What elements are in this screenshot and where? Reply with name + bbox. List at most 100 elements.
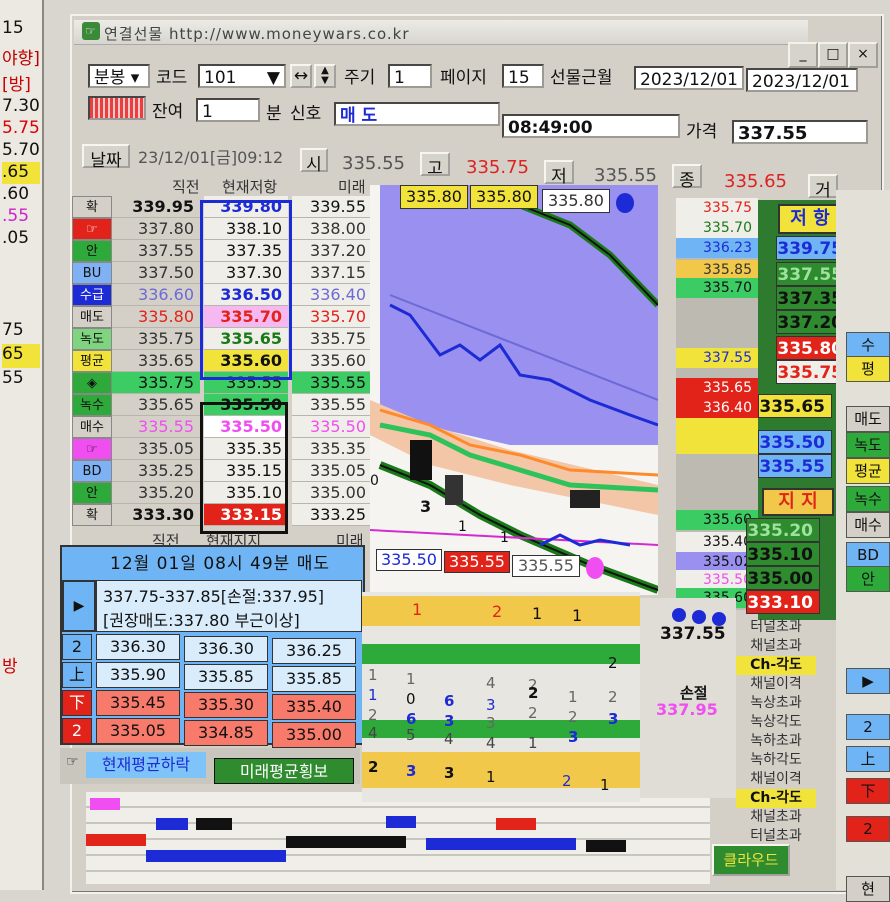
heatmap-strip [86, 792, 710, 884]
grid-number: 1 [532, 604, 543, 623]
price-chart[interactable]: 335.80 335.80 335.80 0 3 1 1 335.50 335.… [370, 185, 658, 595]
table-cell-future: 335.70 [292, 306, 372, 328]
order-row-tag: 下 [62, 690, 92, 716]
order-detail-line1: 337.75-337.85[손절:337.95] [103, 587, 325, 606]
ladder-price: 335.65 [676, 378, 758, 398]
grid-number: 4 [368, 724, 378, 742]
resistance-value: 335.50 [758, 430, 832, 454]
chart-number: 0 [370, 473, 379, 489]
grid-number: 3 [568, 728, 579, 746]
blue-dot-icon [616, 193, 634, 213]
cloud-button[interactable]: 클라우드 [712, 844, 790, 876]
stop-price: 337.95 [656, 700, 718, 719]
close-button[interactable]: × [848, 42, 878, 68]
chart-top-box: 335.80 [470, 185, 538, 209]
support-value: 335.00 [746, 566, 820, 590]
side-label: BU [72, 262, 112, 284]
heat-cell [586, 840, 626, 852]
window-titlebar[interactable]: ☞ 연결선물 http://www.moneywars.co.kr [74, 20, 808, 45]
right-strip-label: 2 [846, 714, 890, 740]
right-strip-label: 2 [846, 816, 890, 842]
ladder-price: 336.40 [676, 398, 758, 418]
grid-number: 3 [406, 762, 417, 780]
chart-type-select[interactable]: 분봉 ▾ [88, 64, 150, 88]
date-button[interactable]: 날짜 [82, 144, 130, 171]
right-strip-label: 녹수 [846, 486, 890, 512]
minimize-button[interactable]: _ [788, 42, 818, 68]
grid-number: 3 [608, 710, 619, 728]
table-cell-future: 335.55 [292, 372, 372, 394]
support-label: 지 지 [762, 488, 834, 516]
code-input[interactable]: 101 ▼ [198, 64, 286, 88]
right-strip-label: 매도 [846, 406, 890, 432]
grid-number: 4 [486, 674, 496, 692]
grid-number: 3 [486, 714, 496, 732]
side-label: 수급 [72, 284, 112, 306]
spin-stepper[interactable]: ▲ ▼ [314, 64, 336, 88]
left-value: 방 [2, 657, 18, 677]
right-strip-label[interactable]: ▶ [846, 668, 890, 694]
current-datetime: 23/12/01[금]09:12 [138, 148, 284, 167]
table-cell-future: 338.00 [292, 218, 372, 240]
open-price: 335.55 [342, 153, 405, 174]
ladder-price: 337.55 [676, 348, 758, 368]
chevron-down-icon: ▼ [266, 68, 280, 88]
grid-number: 1 [406, 670, 416, 688]
grid-number: 1 [368, 666, 378, 684]
play-button[interactable]: ▶ [62, 580, 96, 632]
chart-top-box: 335.80 [400, 185, 468, 209]
heat-cell [86, 834, 146, 846]
signal-grid: 1 2 1 1 1 1 4 2 2 1 0 6 3 2 1 2 2 6 3 3 … [362, 592, 640, 802]
table-cell-future: 336.40 [292, 284, 372, 306]
left-value: 5.70 [2, 140, 40, 160]
table-cell-prev: 336.60 [112, 284, 200, 306]
table-cell-prev: 335.25 [112, 460, 200, 482]
blue-dot-icon [692, 610, 706, 624]
signal-item: 녹하각도 [750, 752, 802, 768]
side-label: 녹도 [72, 328, 112, 350]
table-cell-prev: 335.65 [112, 394, 200, 416]
col-header-current: 현재저항 [222, 178, 278, 196]
chevron-down-icon: ▾ [130, 68, 140, 88]
minute-label: 분 [266, 104, 282, 124]
app-icon: ☞ [82, 22, 100, 40]
table-cell-prev: 335.20 [112, 482, 200, 504]
table-cell-future: 335.05 [292, 460, 372, 482]
signal-item: Ch-각도 [736, 789, 816, 808]
left-value: .65 [2, 162, 40, 184]
grid-number: 2 [528, 684, 539, 702]
grid-number: 0 [406, 690, 416, 708]
table-cell-future: 335.50 [292, 416, 372, 438]
left-value: 5.75 [2, 118, 40, 138]
left-value: 65 [2, 344, 40, 368]
left-value: [방] [2, 75, 31, 95]
arrows-toggle-icon[interactable]: ↔ [290, 64, 312, 88]
balance-label: 잔여 [152, 102, 184, 122]
heat-cell [90, 798, 120, 810]
support-value: 335.20 [746, 518, 820, 542]
grid-number: 1 [568, 688, 578, 706]
side-label: 확 [72, 196, 112, 218]
period-input[interactable]: 1 [388, 64, 432, 88]
maximize-button[interactable]: □ [818, 42, 848, 68]
grid-band-yellow [362, 752, 640, 788]
left-value: .05 [2, 228, 30, 248]
page-input[interactable]: 15 [502, 64, 544, 88]
grid-number: 2 [528, 704, 538, 722]
heat-cell [196, 818, 232, 830]
grid-number: 2 [368, 758, 379, 776]
balance-input[interactable]: 1 [196, 98, 260, 122]
grid-number: 3 [486, 696, 496, 714]
date-to-input[interactable]: 2023/12/01 [746, 68, 858, 92]
close-price: 335.65 [724, 171, 787, 192]
heat-cell [426, 838, 576, 850]
chart-bottom-box: 335.55 [512, 555, 580, 577]
signal-label: 신호 [290, 104, 322, 124]
signal-item: 채널초과 [750, 638, 802, 654]
side-label: ☞ [72, 218, 112, 240]
right-strip-label: BD [846, 542, 890, 568]
chart-number: 1 [458, 519, 467, 535]
order-row-price: 335.85 [272, 666, 356, 692]
date-from-input[interactable]: 2023/12/01 [634, 66, 744, 90]
table-cell-future: 335.00 [292, 482, 372, 504]
